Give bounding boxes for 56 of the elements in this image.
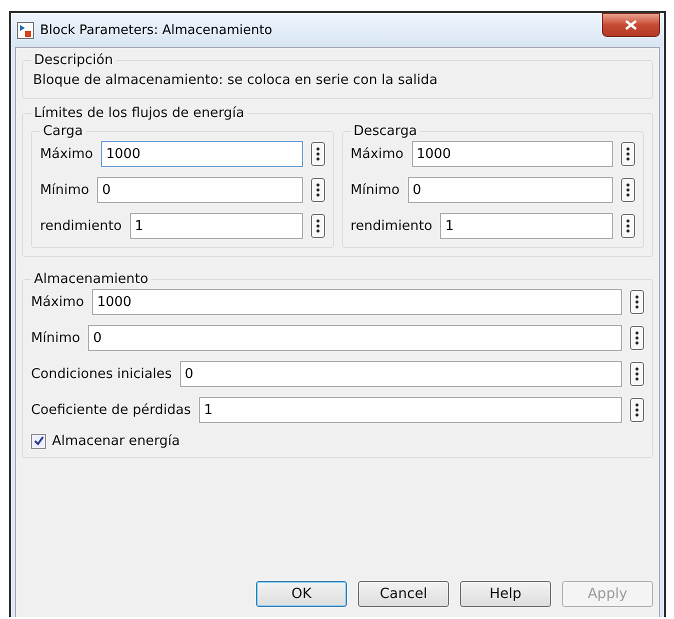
parameter-field[interactable]: 0 (180, 361, 622, 387)
parameter-label: Máximo (40, 146, 94, 162)
block-icon (17, 22, 34, 38)
parameter-label: Coeficiente de pérdidas (31, 402, 191, 418)
window-title: Block Parameters: Almacenamiento (40, 22, 274, 38)
ellipsis-icon (635, 331, 639, 345)
ellipsis-icon (635, 367, 639, 381)
checkbox-label: Almacenar energía (52, 433, 180, 449)
parameter-label: rendimiento (40, 218, 122, 234)
parameter-label: Máximo (31, 294, 84, 310)
group-title: Carga (42, 123, 84, 139)
group-title: Almacenamiento (33, 271, 150, 287)
ellipsis-icon (626, 147, 630, 161)
parameter-label: Máximo (350, 146, 404, 162)
options-button[interactable] (630, 290, 644, 314)
description-text: Bloque de almacenamiento: se coloca en serie con la salida (32, 71, 439, 90)
ellipsis-icon (316, 219, 320, 233)
ellipsis-icon (316, 183, 320, 197)
parameter-field[interactable]: 1000 (92, 289, 622, 315)
parameter-label: Condiciones iniciales (31, 366, 172, 382)
options-button[interactable] (310, 142, 324, 166)
ellipsis-icon (316, 147, 320, 161)
parameter-field[interactable]: 1 (440, 213, 613, 239)
group-title: Descripción (33, 52, 114, 68)
parameter-field[interactable]: 1000 (412, 141, 613, 167)
parameter-field[interactable]: 1 (130, 213, 302, 239)
parameter-label: rendimiento (350, 218, 432, 234)
ellipsis-icon (635, 403, 639, 417)
parameter-label: Mínimo (40, 182, 90, 198)
parameter-field[interactable]: 1000 (101, 141, 302, 167)
parameter-label: Mínimo (350, 182, 400, 198)
parameter-field[interactable]: 0 (88, 325, 622, 351)
close-icon (625, 20, 637, 30)
ellipsis-icon (635, 295, 639, 309)
options-button[interactable] (310, 178, 324, 202)
dialog-button[interactable]: Cancel (358, 581, 449, 607)
close-button[interactable] (602, 13, 660, 37)
options-button[interactable] (621, 142, 635, 166)
options-button[interactable] (630, 362, 644, 386)
options-button[interactable] (621, 214, 635, 238)
dialog-button[interactable]: Help (460, 581, 551, 607)
parameter-label: Mínimo (31, 330, 80, 346)
options-button[interactable] (630, 326, 644, 350)
options-button[interactable] (310, 214, 324, 238)
checkmark-icon (34, 436, 44, 446)
options-button[interactable] (630, 398, 644, 422)
parameter-field[interactable]: 0 (408, 177, 613, 203)
ellipsis-icon (626, 219, 630, 233)
ellipsis-icon (626, 183, 630, 197)
group-title: Límites de los flujos de energía (33, 105, 246, 121)
parameter-field[interactable]: 1 (198, 397, 622, 423)
checkbox[interactable] (31, 434, 46, 448)
options-button[interactable] (621, 178, 635, 202)
group-title: Descarga (352, 123, 418, 139)
dialog-button[interactable]: OK (256, 581, 347, 607)
parameter-field[interactable]: 0 (97, 177, 302, 203)
